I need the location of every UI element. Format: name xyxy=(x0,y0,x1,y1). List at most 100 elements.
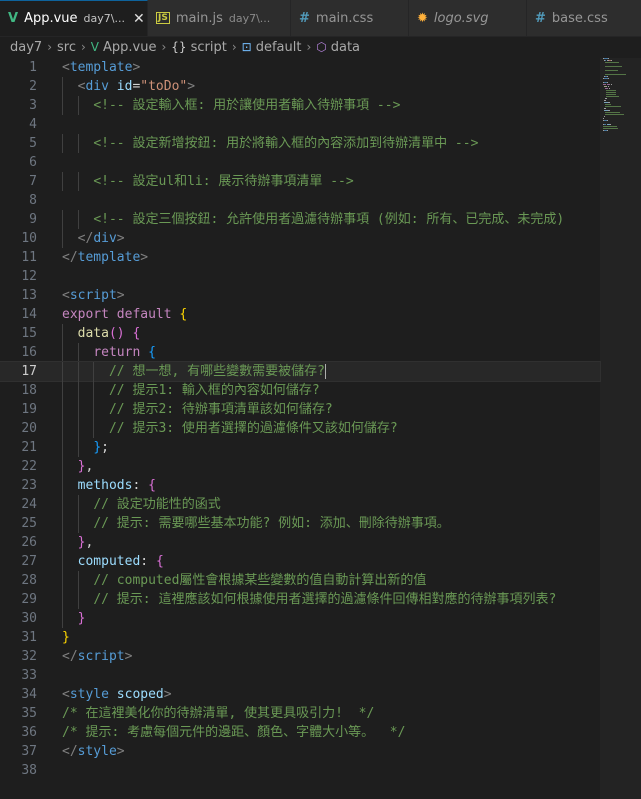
minimap-stroke xyxy=(604,100,605,101)
code-line[interactable]: 31} xyxy=(0,628,600,647)
minimap-stroke xyxy=(609,124,610,125)
file-type-icon: JS xyxy=(156,12,170,24)
minimap-stroke xyxy=(605,112,620,113)
code-token: /* 在這裡美化你的待辦清單, 使其更具吸引力! */ xyxy=(62,706,375,721)
code-line[interactable]: 28 // computed屬性會根據某些變數的值自動計算出新的值 xyxy=(0,571,600,590)
code-line[interactable]: 6 xyxy=(0,153,600,172)
code-line[interactable]: 30 } xyxy=(0,609,600,628)
breadcrumb-label: data xyxy=(330,39,361,55)
line-number: 35 xyxy=(21,706,37,721)
code-line[interactable]: 12 xyxy=(0,267,600,286)
tab-main-js[interactable]: JS main.js day7\... xyxy=(148,0,291,36)
code-line[interactable]: 22 }, xyxy=(0,457,600,476)
breadcrumb-item-script[interactable]: {} script xyxy=(171,40,227,55)
code-line[interactable]: 33 xyxy=(0,666,600,685)
code-line[interactable]: 13 <script> xyxy=(0,286,600,305)
line-number: 1 xyxy=(29,60,37,75)
code-text: <!-- 設定ul和li: 展示待辦事項清單 --> xyxy=(62,172,353,191)
code-line[interactable]: 23 methods: { xyxy=(0,476,600,495)
code-text: } xyxy=(62,628,70,647)
breadcrumb-item-default[interactable]: ⊡ default xyxy=(242,40,302,55)
code-line[interactable]: 16 return { xyxy=(0,343,600,362)
code-line[interactable]: 25 // 提示: 需要哪些基本功能? 例如: 添加、刪除待辦事項。 xyxy=(0,514,600,533)
breadcrumb-item-App-vue[interactable]: V App.vue xyxy=(91,40,157,55)
code-line[interactable]: 37 </style> xyxy=(0,742,600,761)
file-type-icon: # xyxy=(535,10,546,26)
code-line[interactable]: 9 <!-- 設定三個按鈕: 允許使用者過濾待辦事項 (例如: 所有、已完成、未… xyxy=(0,210,600,229)
code-line[interactable]: 32 </script> xyxy=(0,647,600,666)
minimap[interactable] xyxy=(603,58,641,148)
minimap-stroke xyxy=(605,66,622,67)
code-line[interactable]: 5 <!-- 設定新增按鈕: 用於將輸入框的內容添加到待辦清單中 --> xyxy=(0,134,600,153)
minimap-stroke xyxy=(604,116,605,117)
tab-description: day7\... xyxy=(228,11,271,25)
code-line[interactable]: 35 /* 在這裡美化你的待辦清單, 使其更具吸引力! */ xyxy=(0,704,600,723)
code-line[interactable]: 17 // 想一想, 有哪些變數需要被儲存? xyxy=(0,361,601,382)
code-token: script xyxy=(77,649,125,664)
code-line[interactable]: 2 <div id="toDo"> xyxy=(0,77,600,96)
code-line[interactable]: 20 // 提示3: 使用者選擇的過濾條件又該如何儲存? xyxy=(0,419,600,438)
code-line[interactable]: 11 </template> xyxy=(0,248,600,267)
code-editor[interactable]: 1 <template> 2 <div id="toDo"> 3 <!-- 設定輸入框… xyxy=(0,58,641,799)
code-token: } xyxy=(62,630,70,645)
code-line[interactable]: 29 // 提示: 這裡應該如何根據使用者選擇的過濾條件回傳相對應的待辦事項列表… xyxy=(0,590,600,609)
line-number: 28 xyxy=(21,573,37,588)
line-number: 19 xyxy=(21,402,37,417)
close-icon[interactable]: ✕ xyxy=(133,11,145,27)
code-token: > xyxy=(124,649,133,664)
code-line[interactable]: 19 // 提示2: 待辦事項清單該如何儲存? xyxy=(0,400,600,419)
code-line[interactable]: 7 <!-- 設定ul和li: 展示待辦事項清單 --> xyxy=(0,172,600,191)
code-token: > xyxy=(187,79,196,94)
code-line[interactable]: 24 // 設定功能性的函式 xyxy=(0,495,600,514)
code-text: <!-- 設定輸入框: 用於讓使用者輸入待辦事項 --> xyxy=(62,96,400,115)
code-text: // 提示: 需要哪些基本功能? 例如: 添加、刪除待辦事項。 xyxy=(62,514,449,533)
code-token: // 提示2: 待辦事項清單該如何儲存? xyxy=(108,402,333,417)
code-line[interactable]: 10 </div> xyxy=(0,229,600,248)
code-line[interactable]: 1 <template> xyxy=(0,58,600,77)
minimap-stroke xyxy=(606,92,616,93)
breadcrumb-symbol-icon: ⊡ xyxy=(241,40,252,54)
breadcrumb-label: App.vue xyxy=(103,39,157,55)
minimap-stroke xyxy=(606,96,619,97)
tab-label: main.js xyxy=(175,10,223,26)
code-token: <!-- 設定新增按鈕: 用於將輸入框的內容添加到待辦清單中 --> xyxy=(93,136,479,151)
code-text: </script> xyxy=(62,647,132,666)
code-token: : xyxy=(132,478,149,493)
breadcrumb-label: src xyxy=(57,39,76,55)
tab-base-css[interactable]: # base.css xyxy=(527,0,641,36)
code-text: export default { xyxy=(62,305,187,324)
code-line[interactable]: 15 data() { xyxy=(0,324,600,343)
tab-App-vue[interactable]: V App.vue day7\... ✕ xyxy=(0,0,148,36)
code-line[interactable]: 27 computed: { xyxy=(0,552,600,571)
minimap-stroke xyxy=(609,110,610,111)
line-number: 13 xyxy=(21,288,37,303)
code-line[interactable]: 8 xyxy=(0,191,600,210)
code-token: } xyxy=(77,611,86,626)
code-line[interactable]: 26 }, xyxy=(0,533,600,552)
code-line[interactable]: 38 xyxy=(0,761,600,780)
code-line[interactable]: 34 <style scoped> xyxy=(0,685,600,704)
breadcrumb-item-data[interactable]: ⬡ data xyxy=(316,40,360,55)
code-line[interactable]: 4 xyxy=(0,115,600,134)
code-text: data() { xyxy=(62,324,141,343)
code-line[interactable]: 3 <!-- 設定輸入框: 用於讓使用者輸入待辦事項 --> xyxy=(0,96,600,115)
code-line[interactable]: 14 export default { xyxy=(0,305,600,324)
code-token: > xyxy=(116,231,125,246)
code-line[interactable]: 18 // 提示1: 輸入框的內容如何儲存? xyxy=(0,381,600,400)
code-token: </ xyxy=(62,649,78,664)
breadcrumb-item-day7[interactable]: day7 xyxy=(10,40,42,55)
tab-main-css[interactable]: # main.css xyxy=(291,0,409,36)
code-line[interactable]: 36 /* 提示: 考慮每個元件的邊距、顏色、字體大小等。 */ xyxy=(0,723,600,742)
code-text: } xyxy=(62,609,86,628)
line-number: 30 xyxy=(21,611,37,626)
tab-logo-svg[interactable]: ✹ logo.svg xyxy=(409,0,527,36)
code-line[interactable]: 21 }; xyxy=(0,438,600,457)
line-number: 38 xyxy=(21,763,37,778)
breadcrumb-item-src[interactable]: src xyxy=(57,40,76,55)
